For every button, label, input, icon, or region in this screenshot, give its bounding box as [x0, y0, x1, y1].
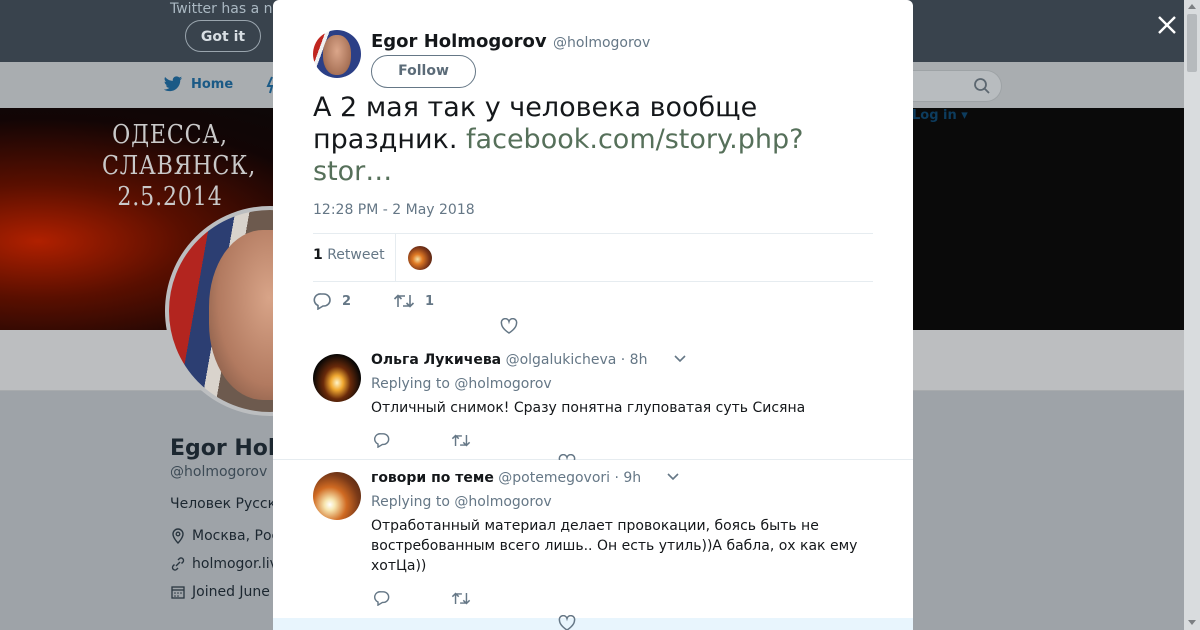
reply-time[interactable]: · 8h: [621, 352, 648, 368]
reply-text: Отработанный материал делает провокации,…: [371, 518, 858, 574]
profile-location: Москва, Рос: [170, 528, 279, 544]
reply-text: Отличный снимок! Сразу понятна глуповата…: [371, 400, 806, 416]
reply-icon: [313, 292, 332, 310]
like-icon[interactable]: [500, 318, 518, 334]
retweet-icon: [393, 293, 415, 309]
reply-author-name[interactable]: Ольга Лукичева: [371, 352, 501, 368]
follow-button[interactable]: Follow: [371, 55, 476, 88]
reply-actions: [373, 432, 471, 448]
calendar-icon: [170, 584, 186, 600]
tweet-actions: 2 1: [313, 292, 476, 310]
close-modal-icon[interactable]: [1155, 13, 1179, 37]
tweet-text: А 2 мая так у человека вообще праздник. …: [313, 92, 804, 187]
scroll-up-arrow[interactable]: [1188, 4, 1196, 9]
nav-home[interactable]: Home: [163, 76, 233, 93]
retweeter-avatar[interactable]: [408, 246, 432, 270]
nav-home-label: Home: [191, 77, 234, 92]
author-name[interactable]: Egor Holmogorov: [371, 31, 547, 52]
tweet-modal: Egor Holmogorov @holmogorov Follow А 2 м…: [273, 0, 913, 630]
reply-tweet[interactable]: Ольга Лукичева @olgalukicheva · 8h Reply…: [273, 340, 913, 470]
reply-author-name[interactable]: говори по теме: [371, 470, 494, 486]
scroll-down-arrow[interactable]: [1188, 620, 1196, 625]
reply-author-handle[interactable]: @olgalukicheva: [506, 352, 617, 368]
reply-actions: [373, 590, 471, 606]
author-handle[interactable]: @holmogorov: [553, 35, 650, 51]
replying-to: Replying to @holmogorov: [371, 376, 552, 392]
tweet-stats: 1 Retweet: [313, 233, 873, 282]
profile-bio: Человек Русск: [170, 496, 277, 512]
twitter-bird-icon: [163, 76, 183, 93]
reply-action[interactable]: 2: [313, 292, 351, 310]
header-caption: ОДЕССА, СЛАВЯНСК, 2.5.2014: [102, 120, 257, 212]
replying-to-handle[interactable]: @holmogorov: [454, 376, 551, 392]
login-link[interactable]: Log in ▾: [912, 108, 968, 123]
reply-author-handle[interactable]: @potemegovori: [498, 470, 610, 486]
replying-to-handle[interactable]: @holmogorov: [454, 494, 551, 510]
scrollbar-thumb[interactable]: [1187, 14, 1197, 72]
profile-joined: Joined June: [170, 584, 270, 600]
reply-author-avatar[interactable]: [313, 354, 361, 402]
reply-header: говори по теме @potemegovori · 9h: [371, 470, 641, 486]
retweet-icon[interactable]: [451, 433, 471, 448]
location-pin-icon: [170, 528, 186, 544]
author-avatar[interactable]: [313, 30, 361, 78]
link-icon: [170, 556, 186, 572]
banner-message: Twitter has a n: [170, 1, 273, 17]
reply-header: Ольга Лукичева @olgalukicheva · 8h: [371, 352, 647, 368]
modal-bottom-strip: [273, 615, 913, 630]
profile-website[interactable]: holmogor.liv: [170, 556, 278, 572]
retweet-stat[interactable]: 1 Retweet: [313, 247, 385, 263]
reply-time[interactable]: · 9h: [615, 470, 642, 486]
reply-icon[interactable]: [373, 432, 391, 448]
retweet-action[interactable]: 1: [393, 293, 434, 309]
chevron-down-icon[interactable]: [666, 472, 680, 482]
replying-to: Replying to @holmogorov: [371, 494, 552, 510]
page-scrollbar[interactable]: [1184, 0, 1200, 630]
retweet-icon[interactable]: [451, 591, 471, 606]
reply-icon[interactable]: [373, 590, 391, 606]
search-box[interactable]: [905, 70, 1002, 102]
profile-handle: @holmogorov: [170, 464, 268, 480]
chevron-down-icon[interactable]: [673, 354, 687, 364]
like-icon[interactable]: [558, 615, 576, 630]
reply-tweet[interactable]: говори по теме @potemegovori · 9h Replyi…: [273, 460, 913, 619]
tweet-timestamp[interactable]: 12:28 PM - 2 May 2018: [313, 202, 475, 218]
got-it-button[interactable]: Got it: [185, 20, 261, 52]
reply-author-avatar[interactable]: [313, 472, 361, 520]
search-icon[interactable]: [973, 77, 991, 95]
